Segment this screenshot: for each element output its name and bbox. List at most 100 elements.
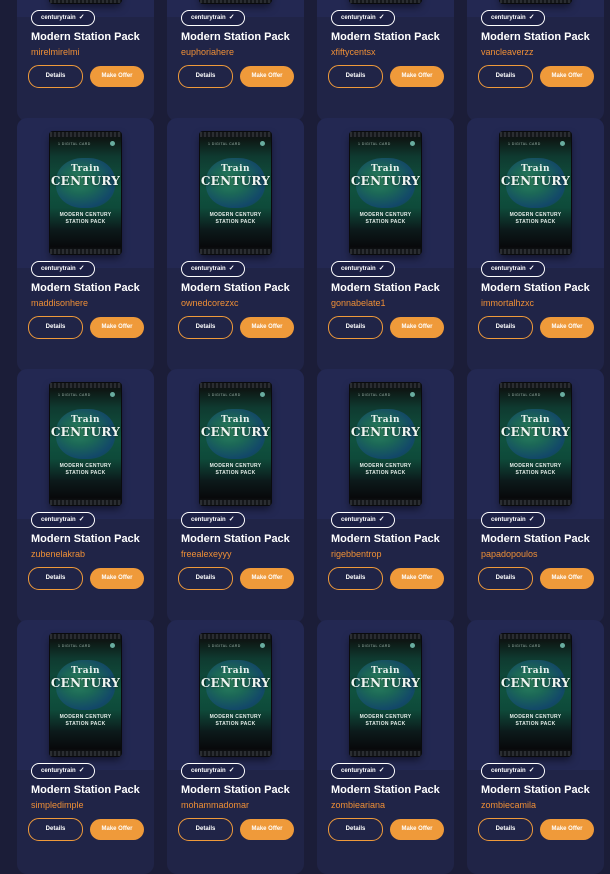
card-image[interactable]: 1 DIGITAL CARD Train CENTURY MODERN CENT… [467,369,604,519]
listing-card[interactable]: 1 DIGITAL CARD Train CENTURY MODERN CENT… [167,0,304,121]
owner-name[interactable]: papadopoulos [481,549,538,559]
listing-card[interactable]: 1 DIGITAL CARD Train CENTURY MODERN CENT… [17,369,154,623]
details-button[interactable]: Details [178,65,233,88]
owner-name[interactable]: simpledimple [31,800,84,810]
creator-badge[interactable]: centurytrain ✓ [181,512,245,528]
listing-card[interactable]: 1 DIGITAL CARD Train CENTURY MODERN CENT… [467,118,604,372]
creator-badge[interactable]: centurytrain ✓ [181,763,245,779]
pack-logo-line2: CENTURY [50,425,121,439]
card-image[interactable]: 1 DIGITAL CARD Train CENTURY MODERN CENT… [467,118,604,268]
details-button[interactable]: Details [28,567,83,590]
owner-name[interactable]: zubenelakrab [31,549,85,559]
creator-badge[interactable]: centurytrain ✓ [31,512,95,528]
details-button[interactable]: Details [328,818,383,841]
owner-name[interactable]: maddisonhere [31,298,88,308]
creator-badge-label: centurytrain [341,517,376,523]
listing-card[interactable]: 1 DIGITAL CARD Train CENTURY MODERN CENT… [467,620,604,874]
details-button[interactable]: Details [178,818,233,841]
owner-name[interactable]: xfiftycentsx [331,47,376,57]
details-button[interactable]: Details [328,65,383,88]
pack-tagline: 1 DIGITAL CARD [358,142,391,146]
owner-name[interactable]: mohammadomar [181,800,249,810]
make-offer-button[interactable]: Make Offer [390,568,444,589]
pack-crimp-top [50,634,121,639]
listing-card[interactable]: 1 DIGITAL CARD Train CENTURY MODERN CENT… [317,620,454,874]
pack-subtitle: MODERN CENTURY STATION PACK [500,714,571,728]
details-button[interactable]: Details [28,818,83,841]
owner-name[interactable]: euphoriahere [181,47,234,57]
listing-card[interactable]: 1 DIGITAL CARD Train CENTURY MODERN CENT… [17,118,154,372]
make-offer-button[interactable]: Make Offer [540,568,594,589]
owner-name[interactable]: gonnabelate1 [331,298,386,308]
listing-card[interactable]: 1 DIGITAL CARD Train CENTURY MODERN CENT… [167,369,304,623]
listing-card[interactable]: 1 DIGITAL CARD Train CENTURY MODERN CENT… [467,369,604,623]
details-button[interactable]: Details [178,316,233,339]
creator-badge[interactable]: centurytrain ✓ [331,261,395,277]
card-image[interactable]: 1 DIGITAL CARD Train CENTURY MODERN CENT… [17,118,154,268]
creator-badge[interactable]: centurytrain ✓ [331,763,395,779]
creator-badge[interactable]: centurytrain ✓ [31,10,95,26]
listing-card[interactable]: 1 DIGITAL CARD Train CENTURY MODERN CENT… [17,0,154,121]
card-image[interactable]: 1 DIGITAL CARD Train CENTURY MODERN CENT… [17,620,154,770]
make-offer-button[interactable]: Make Offer [240,66,294,87]
details-button[interactable]: Details [328,567,383,590]
make-offer-button[interactable]: Make Offer [240,568,294,589]
details-button[interactable]: Details [28,65,83,88]
details-button[interactable]: Details [478,818,533,841]
card-image[interactable]: 1 DIGITAL CARD Train CENTURY MODERN CENT… [317,118,454,268]
owner-name[interactable]: zombieariana [331,800,385,810]
details-button[interactable]: Details [478,65,533,88]
details-button[interactable]: Details [28,316,83,339]
owner-name[interactable]: ownedcorezxc [181,298,239,308]
pack-tagline: 1 DIGITAL CARD [508,644,541,648]
check-icon: ✓ [78,767,85,774]
creator-badge[interactable]: centurytrain ✓ [331,10,395,26]
check-icon: ✓ [528,265,535,272]
details-button[interactable]: Details [178,567,233,590]
listing-card[interactable]: 1 DIGITAL CARD Train CENTURY MODERN CENT… [317,118,454,372]
card-title: Modern Station Pack [331,784,440,796]
listing-card[interactable]: 1 DIGITAL CARD Train CENTURY MODERN CENT… [167,620,304,874]
creator-badge[interactable]: centurytrain ✓ [481,512,545,528]
creator-badge[interactable]: centurytrain ✓ [181,261,245,277]
make-offer-button[interactable]: Make Offer [90,66,144,87]
creator-badge[interactable]: centurytrain ✓ [481,10,545,26]
owner-name[interactable]: vancleaverzz [481,47,534,57]
make-offer-button[interactable]: Make Offer [390,66,444,87]
pack-badge-icon [560,392,565,397]
creator-badge[interactable]: centurytrain ✓ [481,763,545,779]
owner-name[interactable]: immortalhzxc [481,298,534,308]
owner-name[interactable]: zombiecamila [481,800,536,810]
make-offer-button[interactable]: Make Offer [540,66,594,87]
creator-badge[interactable]: centurytrain ✓ [31,261,95,277]
listing-card[interactable]: 1 DIGITAL CARD Train CENTURY MODERN CENT… [467,0,604,121]
listing-card[interactable]: 1 DIGITAL CARD Train CENTURY MODERN CENT… [17,620,154,874]
make-offer-button[interactable]: Make Offer [390,317,444,338]
listing-card[interactable]: 1 DIGITAL CARD Train CENTURY MODERN CENT… [317,369,454,623]
creator-badge[interactable]: centurytrain ✓ [181,10,245,26]
details-button[interactable]: Details [478,567,533,590]
pack-logo-line2: CENTURY [350,425,421,439]
make-offer-button[interactable]: Make Offer [540,317,594,338]
card-image[interactable]: 1 DIGITAL CARD Train CENTURY MODERN CENT… [167,369,304,519]
make-offer-button[interactable]: Make Offer [240,317,294,338]
card-image[interactable]: 1 DIGITAL CARD Train CENTURY MODERN CENT… [317,620,454,770]
make-offer-button[interactable]: Make Offer [90,317,144,338]
details-button[interactable]: Details [328,316,383,339]
creator-badge[interactable]: centurytrain ✓ [31,763,95,779]
card-image[interactable]: 1 DIGITAL CARD Train CENTURY MODERN CENT… [467,620,604,770]
creator-badge[interactable]: centurytrain ✓ [331,512,395,528]
creator-badge[interactable]: centurytrain ✓ [481,261,545,277]
listing-card[interactable]: 1 DIGITAL CARD Train CENTURY MODERN CENT… [317,0,454,121]
make-offer-button[interactable]: Make Offer [90,568,144,589]
owner-name[interactable]: mirelmirelmi [31,47,80,57]
card-image[interactable]: 1 DIGITAL CARD Train CENTURY MODERN CENT… [317,369,454,519]
card-image[interactable]: 1 DIGITAL CARD Train CENTURY MODERN CENT… [17,369,154,519]
pack-logo-line1: Train [370,164,401,174]
details-button[interactable]: Details [478,316,533,339]
owner-name[interactable]: freealexeyyy [181,549,232,559]
card-image[interactable]: 1 DIGITAL CARD Train CENTURY MODERN CENT… [167,620,304,770]
owner-name[interactable]: rigebbentrop [331,549,382,559]
listing-card[interactable]: 1 DIGITAL CARD Train CENTURY MODERN CENT… [167,118,304,372]
card-image[interactable]: 1 DIGITAL CARD Train CENTURY MODERN CENT… [167,118,304,268]
